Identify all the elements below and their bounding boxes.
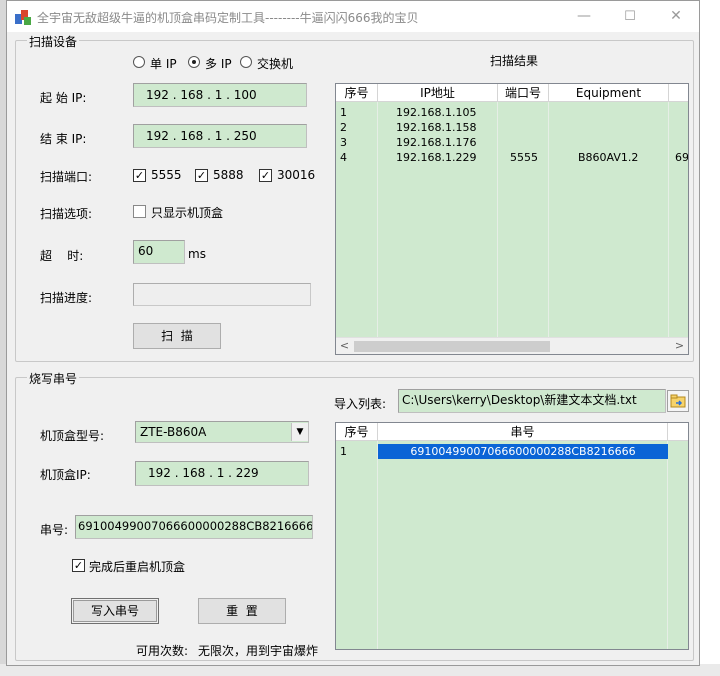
col-header-equipment[interactable]: Equipment	[549, 84, 669, 102]
stb-model-select[interactable]: ZTE-B860A ▼	[135, 421, 309, 443]
app-icon	[15, 9, 31, 25]
reset-button[interactable]: 重 置	[198, 598, 286, 624]
folder-open-icon	[670, 394, 686, 408]
row-ip: 192.168.1.105	[396, 106, 477, 119]
maximize-button[interactable]: ☐	[607, 1, 653, 32]
write-serial-button[interactable]: 写入串号	[71, 598, 159, 624]
col-header-no[interactable]: 序号	[336, 423, 378, 441]
table-row[interactable]: 1 192.168.1.105	[336, 105, 688, 120]
row-ip: 192.168.1.158	[396, 121, 477, 134]
port-5555-checkbox[interactable]: ✓	[133, 169, 146, 182]
scrollbar-thumb[interactable]	[354, 341, 550, 352]
usage-label: 可用次数:	[136, 644, 189, 658]
title-bar[interactable]: 全宇宙无敌超级牛逼的机顶盒串码定制工具--------牛逼闪闪666我的宝贝 —…	[7, 1, 699, 32]
usage-value: 无限次，用到宇宙爆炸	[198, 644, 319, 658]
row-ip: 192.168.1.229	[396, 151, 477, 164]
desktop-background-right	[700, 0, 720, 676]
radio-single-ip-label: 单 IP	[150, 57, 177, 71]
row-equipment: B860AV1.2	[578, 151, 639, 164]
stb-ip-label: 机顶盒IP:	[40, 468, 91, 482]
port-30016-checkbox[interactable]: ✓	[259, 169, 272, 182]
table-row[interactable]: 4 192.168.1.229 5555 B860AV1.2 69	[336, 150, 688, 165]
browse-file-button[interactable]	[667, 390, 689, 412]
window-title: 全宇宙无敌超级牛逼的机顶盒串码定制工具--------牛逼闪闪666我的宝贝	[37, 11, 419, 25]
scroll-right-arrow-icon[interactable]: >	[671, 338, 688, 354]
row-extra: 69	[675, 151, 689, 164]
reboot-checkbox[interactable]: ✓	[72, 559, 85, 572]
scan-results-header: 序号 IP地址 端口号 Equipment	[336, 84, 688, 102]
import-list-label: 导入列表:	[334, 397, 387, 411]
scan-results-listview[interactable]: 序号 IP地址 端口号 Equipment 1 192.168.1.105 2 …	[335, 83, 689, 355]
timeout-label: 超 时:	[40, 249, 84, 263]
row-no: 4	[340, 151, 347, 164]
start-ip-label: 起 始 IP:	[40, 91, 87, 105]
col-header-extra[interactable]	[669, 84, 688, 102]
close-button[interactable]: ✕	[653, 1, 699, 32]
table-row[interactable]: 3 192.168.1.176	[336, 135, 688, 150]
stb-model-label: 机顶盒型号:	[40, 429, 105, 443]
row-port: 5555	[510, 151, 538, 164]
end-ip-input[interactable]: 192 . 168 . 1 . 250	[133, 124, 307, 148]
scan-device-group-title: 扫描设备	[27, 33, 80, 50]
radio-switch[interactable]	[240, 56, 252, 68]
scan-button[interactable]: 扫 描	[133, 323, 221, 349]
port-5888-checkbox[interactable]: ✓	[195, 169, 208, 182]
stb-model-value: ZTE-B860A	[140, 425, 207, 439]
radio-multi-ip[interactable]	[188, 56, 200, 68]
burn-serial-group-title: 烧写串号	[27, 370, 80, 387]
table-row[interactable]: 2 192.168.1.158	[336, 120, 688, 135]
radio-multi-ip-label: 多 IP	[205, 57, 232, 71]
list-item[interactable]: 1 69100499007066600000288CB8216666	[336, 444, 688, 459]
row-no: 2	[340, 121, 347, 134]
serial-row-value: 69100499007066600000288CB8216666	[378, 444, 668, 459]
port-30016-label: 30016	[277, 168, 316, 182]
stb-ip-input[interactable]: 192 . 168 . 1 . 229	[135, 461, 309, 486]
col-header-no[interactable]: 序号	[336, 84, 378, 102]
port-5555-label: 5555	[151, 168, 182, 182]
scan-progress-bar	[133, 283, 311, 306]
serial-label: 串号:	[40, 523, 69, 537]
import-path-input[interactable]: C:\Users\kerry\Desktop\新建文本文档.txt	[398, 389, 666, 413]
radio-switch-label: 交换机	[257, 57, 294, 71]
scan-results-title: 扫描结果	[490, 54, 539, 68]
minimize-button[interactable]: —	[561, 1, 607, 32]
timeout-unit: ms	[188, 247, 206, 261]
col-header-port[interactable]: 端口号	[498, 84, 549, 102]
only-stb-label: 只显示机顶盒	[151, 206, 224, 220]
serial-input[interactable]: 69100499007066600000288CB8216666	[75, 515, 313, 539]
reboot-label: 完成后重启机顶盒	[89, 560, 186, 574]
timeout-input[interactable]: 60	[133, 240, 185, 264]
col-header-ip[interactable]: IP地址	[378, 84, 498, 102]
serial-row-no: 1	[340, 445, 347, 458]
radio-single-ip[interactable]	[133, 56, 145, 68]
scan-results-hscrollbar[interactable]: < >	[336, 337, 688, 354]
start-ip-input[interactable]: 192 . 168 . 1 . 100	[133, 83, 307, 107]
serial-listview[interactable]: 序号 串号 1 69100499007066600000288CB8216666	[335, 422, 689, 650]
row-ip: 192.168.1.176	[396, 136, 477, 149]
serial-list-header: 序号 串号	[336, 423, 688, 441]
row-no: 1	[340, 106, 347, 119]
only-stb-checkbox[interactable]	[133, 205, 146, 218]
scan-options-label: 扫描选项:	[40, 207, 93, 221]
port-5888-label: 5888	[213, 168, 244, 182]
scan-ports-label: 扫描端口:	[40, 170, 93, 184]
col-header-serial[interactable]: 串号	[378, 423, 668, 441]
col-header-extra[interactable]	[668, 423, 688, 441]
row-no: 3	[340, 136, 347, 149]
scroll-left-arrow-icon[interactable]: <	[336, 338, 353, 354]
scan-progress-label: 扫描进度:	[40, 291, 93, 305]
app-window: 全宇宙无敌超级牛逼的机顶盒串码定制工具--------牛逼闪闪666我的宝贝 —…	[6, 0, 700, 666]
end-ip-label: 结 束 IP:	[40, 132, 87, 146]
chevron-down-icon[interactable]: ▼	[291, 423, 308, 441]
